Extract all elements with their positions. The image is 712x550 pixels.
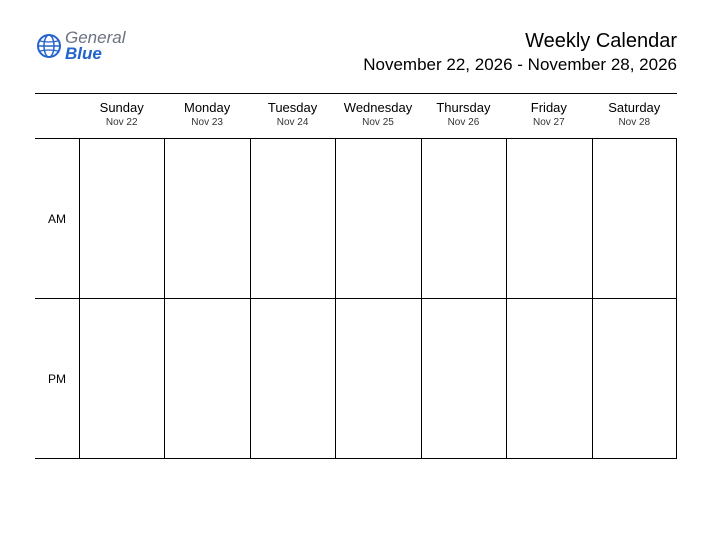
calendar: Sunday Nov 22 Monday Nov 23 Tuesday Nov … [35, 93, 677, 459]
day-name: Tuesday [250, 100, 335, 115]
calendar-cell [250, 298, 335, 458]
day-date: Nov 27 [506, 117, 591, 128]
day-name: Saturday [592, 100, 677, 115]
day-header: Monday Nov 23 [164, 100, 249, 128]
logo: General Blue [35, 30, 125, 62]
calendar-cell [164, 138, 249, 298]
period-label-pm: PM [35, 298, 79, 458]
day-date: Nov 25 [335, 117, 420, 128]
day-header: Friday Nov 27 [506, 100, 591, 128]
day-header: Wednesday Nov 25 [335, 100, 420, 128]
logo-line2: Blue [65, 46, 125, 62]
day-date: Nov 28 [592, 117, 677, 128]
day-headers: Sunday Nov 22 Monday Nov 23 Tuesday Nov … [35, 94, 677, 138]
header: General Blue Weekly Calendar November 22… [35, 30, 677, 75]
day-date: Nov 22 [79, 117, 164, 128]
calendar-cell [506, 298, 591, 458]
day-name: Thursday [421, 100, 506, 115]
calendar-cell [164, 298, 249, 458]
day-date: Nov 24 [250, 117, 335, 128]
calendar-cell [79, 298, 164, 458]
day-date: Nov 23 [164, 117, 249, 128]
title-block: Weekly Calendar November 22, 2026 - Nove… [363, 30, 677, 75]
day-header: Saturday Nov 28 [592, 100, 677, 128]
date-range: November 22, 2026 - November 28, 2026 [363, 55, 677, 75]
calendar-cell [421, 298, 506, 458]
day-name: Monday [164, 100, 249, 115]
day-name: Friday [506, 100, 591, 115]
day-header: Thursday Nov 26 [421, 100, 506, 128]
calendar-cell [250, 138, 335, 298]
calendar-cell [592, 138, 677, 298]
grid-body: AM PM [35, 138, 677, 458]
calendar-cell [335, 298, 420, 458]
calendar-cell [79, 138, 164, 298]
day-date: Nov 26 [421, 117, 506, 128]
globe-icon [35, 32, 63, 60]
calendar-cell [592, 298, 677, 458]
page-title: Weekly Calendar [363, 30, 677, 53]
calendar-cell [335, 138, 420, 298]
logo-text: General Blue [65, 30, 125, 62]
day-name: Sunday [79, 100, 164, 115]
day-name: Wednesday [335, 100, 420, 115]
period-label-am: AM [35, 138, 79, 298]
calendar-cell [421, 138, 506, 298]
header-spacer [35, 100, 79, 128]
day-header: Tuesday Nov 24 [250, 100, 335, 128]
calendar-cell [506, 138, 591, 298]
day-header: Sunday Nov 22 [79, 100, 164, 128]
